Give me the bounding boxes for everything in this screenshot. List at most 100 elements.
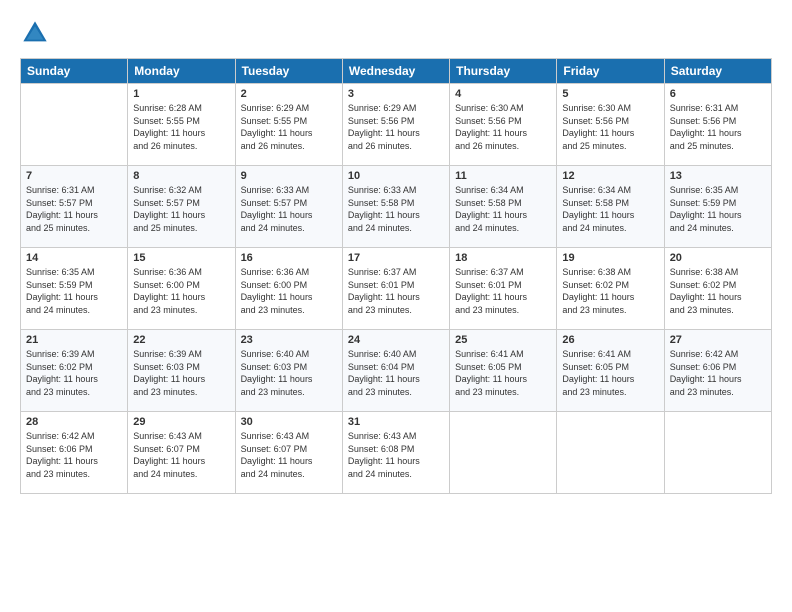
day-number: 28 — [26, 416, 122, 428]
calendar-cell: 10Sunrise: 6:33 AMSunset: 5:58 PMDayligh… — [342, 166, 449, 248]
day-info: Sunrise: 6:43 AMSunset: 6:08 PMDaylight:… — [348, 430, 444, 480]
calendar-cell: 5 Sunrise: 6:30 AMSunset: 5:56 PMDaylight… — [557, 84, 664, 166]
day-info: Sunrise: 6:34 AMSunset: 5:58 PMDaylight:… — [562, 184, 658, 234]
calendar-cell: 14 Sunrise: 6:35 AMSunset: 5:59 PMDayligh… — [21, 248, 128, 330]
calendar-cell: 30 Sunrise: 6:43 AMSunset: 6:07 PMDayligh… — [235, 412, 342, 494]
weekday-header: Sunday — [21, 59, 128, 84]
day-number: 19 — [562, 252, 658, 264]
calendar-cell: 18 Sunrise: 6:37 AMSunset: 6:01 PMDayligh… — [450, 248, 557, 330]
day-number: 22 — [133, 334, 229, 346]
calendar-cell — [450, 412, 557, 494]
day-number: 11 — [455, 170, 551, 182]
calendar-table: SundayMondayTuesdayWednesdayThursdayFrid… — [20, 58, 772, 494]
calendar-week-row: 1 Sunrise: 6:28 AMSunset: 5:55 PMDaylight… — [21, 84, 772, 166]
day-info: Sunrise: 6:41 AMSunset: 6:05 PMDaylight:… — [455, 348, 551, 398]
day-number: 9 — [241, 170, 337, 182]
calendar-week-row: 21Sunrise: 6:39 AMSunset: 6:02 PMDayligh… — [21, 330, 772, 412]
calendar-cell: 3 Sunrise: 6:29 AMSunset: 5:56 PMDaylight… — [342, 84, 449, 166]
calendar-week-row: 14 Sunrise: 6:35 AMSunset: 5:59 PMDayligh… — [21, 248, 772, 330]
weekday-header: Tuesday — [235, 59, 342, 84]
day-number: 6 — [670, 88, 766, 100]
day-number: 1 — [133, 88, 229, 100]
calendar-cell: 25 Sunrise: 6:41 AMSunset: 6:05 PMDayligh… — [450, 330, 557, 412]
logo-icon — [20, 18, 50, 48]
day-info: Sunrise: 6:38 AMSunset: 6:02 PMDaylight:… — [562, 266, 658, 316]
day-number: 27 — [670, 334, 766, 346]
day-info: Sunrise: 6:41 AMSunset: 6:05 PMDaylight:… — [562, 348, 658, 398]
weekday-header: Friday — [557, 59, 664, 84]
calendar-cell: 4Sunrise: 6:30 AMSunset: 5:56 PMDaylight… — [450, 84, 557, 166]
day-info: Sunrise: 6:37 AMSunset: 6:01 PMDaylight:… — [455, 266, 551, 316]
weekday-header: Saturday — [664, 59, 771, 84]
page: SundayMondayTuesdayWednesdayThursdayFrid… — [0, 0, 792, 612]
calendar-cell: 20Sunrise: 6:38 AMSunset: 6:02 PMDayligh… — [664, 248, 771, 330]
calendar-cell: 12 Sunrise: 6:34 AMSunset: 5:58 PMDayligh… — [557, 166, 664, 248]
day-number: 17 — [348, 252, 444, 264]
day-number: 8 — [133, 170, 229, 182]
calendar-cell: 29 Sunrise: 6:43 AMSunset: 6:07 PMDayligh… — [128, 412, 235, 494]
calendar-cell: 7 Sunrise: 6:31 AMSunset: 5:57 PMDaylight… — [21, 166, 128, 248]
day-info: Sunrise: 6:40 AMSunset: 6:04 PMDaylight:… — [348, 348, 444, 398]
day-info: Sunrise: 6:36 AMSunset: 6:00 PMDaylight:… — [241, 266, 337, 316]
calendar-cell: 17 Sunrise: 6:37 AMSunset: 6:01 PMDayligh… — [342, 248, 449, 330]
day-info: Sunrise: 6:33 AMSunset: 5:58 PMDaylight:… — [348, 184, 444, 234]
day-info: Sunrise: 6:39 AMSunset: 6:03 PMDaylight:… — [133, 348, 229, 398]
day-number: 2 — [241, 88, 337, 100]
calendar-cell: 9Sunrise: 6:33 AMSunset: 5:57 PMDaylight… — [235, 166, 342, 248]
day-info: Sunrise: 6:30 AMSunset: 5:56 PMDaylight:… — [562, 102, 658, 152]
day-info: Sunrise: 6:42 AMSunset: 6:06 PMDaylight:… — [26, 430, 122, 480]
calendar-cell: 31 Sunrise: 6:43 AMSunset: 6:08 PMDayligh… — [342, 412, 449, 494]
day-info: Sunrise: 6:29 AMSunset: 5:55 PMDaylight:… — [241, 102, 337, 152]
day-info: Sunrise: 6:35 AMSunset: 5:59 PMDaylight:… — [670, 184, 766, 234]
calendar-cell — [557, 412, 664, 494]
day-info: Sunrise: 6:35 AMSunset: 5:59 PMDaylight:… — [26, 266, 122, 316]
calendar-cell: 19 Sunrise: 6:38 AMSunset: 6:02 PMDayligh… — [557, 248, 664, 330]
day-number: 5 — [562, 88, 658, 100]
calendar-cell: 21Sunrise: 6:39 AMSunset: 6:02 PMDayligh… — [21, 330, 128, 412]
day-info: Sunrise: 6:37 AMSunset: 6:01 PMDaylight:… — [348, 266, 444, 316]
day-number: 15 — [133, 252, 229, 264]
calendar-cell: 22 Sunrise: 6:39 AMSunset: 6:03 PMDayligh… — [128, 330, 235, 412]
day-info: Sunrise: 6:43 AMSunset: 6:07 PMDaylight:… — [241, 430, 337, 480]
day-number: 12 — [562, 170, 658, 182]
calendar-cell: 11 Sunrise: 6:34 AMSunset: 5:58 PMDayligh… — [450, 166, 557, 248]
day-info: Sunrise: 6:31 AMSunset: 5:56 PMDaylight:… — [670, 102, 766, 152]
calendar-cell: 13Sunrise: 6:35 AMSunset: 5:59 PMDayligh… — [664, 166, 771, 248]
day-info: Sunrise: 6:29 AMSunset: 5:56 PMDaylight:… — [348, 102, 444, 152]
day-info: Sunrise: 6:28 AMSunset: 5:55 PMDaylight:… — [133, 102, 229, 152]
day-info: Sunrise: 6:30 AMSunset: 5:56 PMDaylight:… — [455, 102, 551, 152]
day-number: 25 — [455, 334, 551, 346]
day-number: 26 — [562, 334, 658, 346]
calendar-cell: 27 Sunrise: 6:42 AMSunset: 6:06 PMDayligh… — [664, 330, 771, 412]
day-number: 7 — [26, 170, 122, 182]
day-number: 30 — [241, 416, 337, 428]
day-info: Sunrise: 6:31 AMSunset: 5:57 PMDaylight:… — [26, 184, 122, 234]
calendar-cell: 24Sunrise: 6:40 AMSunset: 6:04 PMDayligh… — [342, 330, 449, 412]
calendar-cell: 16 Sunrise: 6:36 AMSunset: 6:00 PMDayligh… — [235, 248, 342, 330]
day-info: Sunrise: 6:36 AMSunset: 6:00 PMDaylight:… — [133, 266, 229, 316]
calendar-cell: 15 Sunrise: 6:36 AMSunset: 6:00 PMDayligh… — [128, 248, 235, 330]
day-info: Sunrise: 6:40 AMSunset: 6:03 PMDaylight:… — [241, 348, 337, 398]
calendar-cell: 26 Sunrise: 6:41 AMSunset: 6:05 PMDayligh… — [557, 330, 664, 412]
weekday-header: Thursday — [450, 59, 557, 84]
calendar-cell: 6 Sunrise: 6:31 AMSunset: 5:56 PMDaylight… — [664, 84, 771, 166]
day-number: 29 — [133, 416, 229, 428]
logo — [20, 18, 54, 48]
day-info: Sunrise: 6:42 AMSunset: 6:06 PMDaylight:… — [670, 348, 766, 398]
day-number: 14 — [26, 252, 122, 264]
calendar-cell: 28 Sunrise: 6:42 AMSunset: 6:06 PMDayligh… — [21, 412, 128, 494]
day-number: 20 — [670, 252, 766, 264]
calendar-cell — [664, 412, 771, 494]
header — [20, 18, 772, 48]
day-number: 18 — [455, 252, 551, 264]
day-number: 21 — [26, 334, 122, 346]
day-info: Sunrise: 6:34 AMSunset: 5:58 PMDaylight:… — [455, 184, 551, 234]
day-info: Sunrise: 6:32 AMSunset: 5:57 PMDaylight:… — [133, 184, 229, 234]
calendar-week-row: 7 Sunrise: 6:31 AMSunset: 5:57 PMDaylight… — [21, 166, 772, 248]
calendar-week-row: 28 Sunrise: 6:42 AMSunset: 6:06 PMDayligh… — [21, 412, 772, 494]
day-number: 3 — [348, 88, 444, 100]
day-info: Sunrise: 6:43 AMSunset: 6:07 PMDaylight:… — [133, 430, 229, 480]
calendar-cell: 23Sunrise: 6:40 AMSunset: 6:03 PMDayligh… — [235, 330, 342, 412]
day-number: 31 — [348, 416, 444, 428]
day-number: 16 — [241, 252, 337, 264]
